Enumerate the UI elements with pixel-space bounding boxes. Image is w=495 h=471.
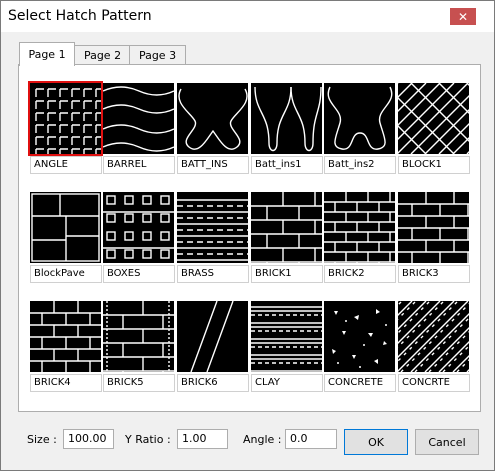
hatch-pattern-dialog: Select Hatch Pattern ✕ Page 1 Page 2 Pag… — [0, 0, 495, 471]
pattern-name: BRICK1 — [251, 265, 323, 283]
tab-page-3[interactable]: Page 3 — [129, 45, 186, 65]
pattern-cell[interactable]: Batt_ins2 — [324, 83, 396, 174]
pattern-cell[interactable]: Batt_ins1 — [251, 83, 323, 174]
pattern-cell[interactable]: BlockPave — [30, 192, 102, 283]
pattern-grid-panel: ANGLE BARREL BATT_INS Batt_ins1 Batt_ins2 BLO… — [18, 64, 481, 412]
pattern-cell[interactable]: BRASS — [177, 192, 249, 283]
pattern-preview[interactable] — [398, 192, 469, 263]
pattern-preview[interactable] — [103, 83, 174, 154]
size-label: Size : — [27, 433, 57, 446]
pattern-cell[interactable]: BRICK1 — [251, 192, 323, 283]
pattern-preview[interactable] — [251, 301, 322, 372]
pattern-name: BRICK5 — [103, 374, 175, 392]
pattern-name: BLOCK1 — [398, 156, 470, 174]
pattern-name: BRICK2 — [324, 265, 396, 283]
pattern-cell[interactable]: BRICK4 — [30, 301, 102, 392]
y-ratio-label: Y Ratio : — [125, 433, 171, 446]
pattern-preview[interactable] — [28, 81, 103, 156]
pattern-cell[interactable]: BRICK6 — [177, 301, 249, 392]
pattern-preview[interactable] — [177, 301, 248, 372]
pattern-preview[interactable] — [398, 301, 469, 372]
pattern-preview[interactable] — [324, 83, 395, 154]
pattern-cell[interactable]: BATT_INS — [177, 83, 249, 174]
pattern-name: BRICK3 — [398, 265, 470, 283]
tab-page-2[interactable]: Page 2 — [74, 45, 131, 65]
tab-page-1[interactable]: Page 1 — [19, 42, 75, 66]
pattern-name: Batt_ins1 — [251, 156, 323, 174]
angle-label: Angle : — [243, 433, 282, 446]
cancel-button[interactable]: Cancel — [415, 429, 479, 455]
pattern-name: BRASS — [177, 265, 249, 283]
pattern-preview[interactable] — [324, 192, 395, 263]
pattern-preview[interactable] — [251, 192, 322, 263]
pattern-cell[interactable]: BLOCK1 — [398, 83, 470, 174]
pattern-name: CONCRETE — [324, 374, 396, 392]
pattern-preview[interactable] — [177, 83, 248, 154]
pattern-cell[interactable]: CLAY — [251, 301, 323, 392]
pattern-cell[interactable]: BARREL — [103, 83, 175, 174]
pattern-name: CLAY — [251, 374, 323, 392]
pattern-name: Batt_ins2 — [324, 156, 396, 174]
close-icon: ✕ — [457, 9, 469, 24]
title-bar[interactable]: Select Hatch Pattern ✕ — [1, 1, 494, 32]
pattern-cell[interactable]: BOXES — [103, 192, 175, 283]
pattern-preview[interactable] — [103, 301, 174, 372]
pattern-cell[interactable]: ANGLE — [28, 81, 103, 174]
pattern-preview[interactable] — [103, 192, 174, 263]
y-ratio-input[interactable]: 1.00 — [177, 429, 228, 449]
pattern-name: BRICK4 — [30, 374, 102, 392]
pattern-cell[interactable]: BRICK5 — [103, 301, 175, 392]
pattern-name: BlockPave — [30, 265, 102, 283]
pattern-name: CONCRTE — [398, 374, 470, 392]
pattern-name: BARREL — [103, 156, 175, 174]
pattern-name: BOXES — [103, 265, 175, 283]
pattern-name: ANGLE — [30, 156, 102, 174]
pattern-cell[interactable]: BRICK2 — [324, 192, 396, 283]
pattern-preview[interactable] — [398, 83, 469, 154]
angle-input[interactable]: 0.0 — [285, 429, 337, 449]
pattern-preview[interactable] — [30, 192, 101, 263]
pattern-cell[interactable]: CONCRTE — [398, 301, 470, 392]
dialog-title: Select Hatch Pattern — [8, 8, 152, 24]
size-input[interactable]: 100.00 — [63, 429, 114, 449]
pattern-preview[interactable] — [30, 301, 101, 372]
pattern-name: BATT_INS — [177, 156, 249, 174]
pattern-cell[interactable]: BRICK3 — [398, 192, 470, 283]
close-button[interactable]: ✕ — [450, 8, 476, 25]
ok-button[interactable]: OK — [344, 429, 408, 455]
pattern-cell[interactable]: CONCRETE — [324, 301, 396, 392]
pattern-name: BRICK6 — [177, 374, 249, 392]
pattern-preview[interactable] — [324, 301, 395, 372]
pattern-preview[interactable] — [177, 192, 248, 263]
pattern-preview[interactable] — [251, 83, 322, 154]
